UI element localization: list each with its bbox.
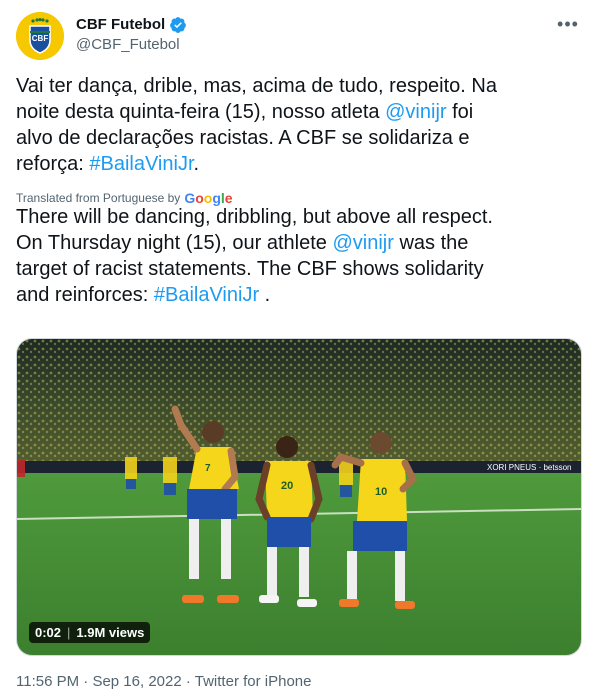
jersey-number-7: 7 xyxy=(205,463,211,474)
hashtag-link[interactable]: #BailaViniJr xyxy=(89,153,193,175)
tweet-text: Vai ter dança, drible, mas, acima de tud… xyxy=(16,75,497,175)
jersey-number-10: 10 xyxy=(375,486,387,498)
tweet-time[interactable]: 11:56 PM xyxy=(16,673,79,690)
tweet-meta: 11:56 PM · Sep 16, 2022 · Twitter for iP… xyxy=(16,673,312,690)
tweet-source[interactable]: Twitter for iPhone xyxy=(195,673,312,690)
video-duration: 0:02 xyxy=(35,625,62,640)
mention-link-translated[interactable]: @vinijr xyxy=(332,232,393,254)
tweet-date[interactable]: Sep 16, 2022 xyxy=(92,673,181,690)
cbf-avatar[interactable]: CBF xyxy=(16,12,64,60)
video-views: 1.9M views xyxy=(76,625,145,640)
video-frame: XORI PNEUS · betsson 7 20 10 xyxy=(17,339,581,655)
video-info-badge: 0:02 | 1.9M views xyxy=(29,622,151,643)
video-player[interactable]: XORI PNEUS · betsson 7 20 10 0:02 | 1.9M… xyxy=(16,338,582,656)
mention-link[interactable]: @vinijr xyxy=(385,101,446,123)
more-options-icon[interactable]: ••• xyxy=(556,14,580,34)
ad-board-text: XORI PNEUS · betsson xyxy=(487,463,571,472)
verified-badge-icon xyxy=(170,17,187,33)
svg-text:CBF: CBF xyxy=(32,34,49,43)
user-handle[interactable]: @CBF_Futebol xyxy=(76,35,187,55)
display-name[interactable]: CBF Futebol xyxy=(76,15,165,35)
translated-text: There will be dancing, dribbling, but ab… xyxy=(16,206,493,306)
hashtag-link-translated[interactable]: #BailaViniJr xyxy=(154,284,259,306)
jersey-number-20: 20 xyxy=(281,480,293,492)
cbf-crest-icon: CBF xyxy=(16,12,64,60)
translated-label: Translated from Portuguese by xyxy=(16,191,181,205)
tweet-header: CBF CBF Futebol @CBF_Futebol ••• xyxy=(16,12,580,60)
